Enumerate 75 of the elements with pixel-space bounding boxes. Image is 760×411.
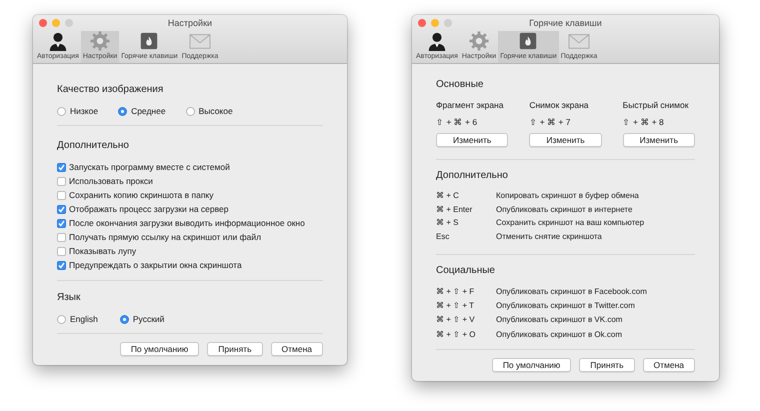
zoom-button[interactable] — [444, 19, 452, 27]
shortcut-keys: ⌘ + Enter — [436, 204, 496, 214]
dialog-button[interactable]: По умолчанию — [492, 358, 572, 372]
checkbox-label: После окончания загрузки выводить информационное окно — [69, 218, 305, 228]
radio-label: Высокое — [198, 106, 233, 116]
window-title: Настройки — [168, 18, 212, 28]
checkbox[interactable] — [57, 260, 66, 270]
zoom-button[interactable] — [65, 19, 73, 27]
shortcut-keys: Esc — [436, 232, 496, 241]
shortcut-keys: ⌘ + ⇧ + T — [436, 300, 496, 310]
shortcut-keys: ⇧ + ⌘ + 8 — [622, 117, 664, 127]
section-heading: Дополнительно — [436, 169, 509, 183]
checkbox-label: Получать прямую ссылку на скриншот или файл — [69, 232, 262, 242]
checkbox-label: Запускать программу вместе с системой — [69, 162, 230, 172]
shortcut-action: Опубликовать скриншот в Facebook.com — [496, 286, 648, 296]
shortcut-name: Фрагмент экрана — [436, 100, 504, 110]
radio-button[interactable] — [118, 106, 128, 116]
shortcut-name: Быстрый снимок — [622, 100, 688, 110]
dialog-button[interactable]: Принять — [207, 342, 262, 356]
dialog-button[interactable]: Отмена — [270, 342, 323, 356]
shortcut-name: Снимок экрана — [529, 100, 588, 110]
dialog-button[interactable]: По умолчанию — [120, 342, 200, 356]
radio-button[interactable] — [120, 314, 129, 324]
window-title: Горячие клавиши — [529, 18, 602, 28]
radio-button[interactable] — [57, 314, 66, 324]
checkbox[interactable] — [57, 246, 66, 256]
checkbox[interactable] — [57, 162, 66, 172]
shortcut-action: Копировать скриншот в буфер обмена — [496, 191, 640, 200]
section-heading: Социальные — [436, 264, 496, 278]
shortcut-keys: ⌘ + S — [436, 218, 496, 228]
change-button[interactable]: Изменить — [529, 133, 602, 147]
dialog-button[interactable]: Принять — [579, 358, 634, 372]
minimize-button[interactable] — [52, 19, 60, 27]
checkbox-label: Использовать прокси — [69, 176, 153, 186]
shortcut-action: Отменить снятие скриншота — [496, 232, 603, 241]
checkbox[interactable] — [57, 176, 66, 186]
close-button[interactable] — [418, 19, 426, 27]
section-heading: Качество изображения — [57, 83, 164, 97]
checkbox-label: Показывать лупу — [69, 246, 136, 256]
radio-button[interactable] — [57, 106, 66, 116]
change-button[interactable]: Изменить — [622, 133, 695, 147]
shortcut-keys: ⇧ + ⌘ + 7 — [529, 117, 570, 127]
checkbox-label: Отображать процесс загрузки на сервер — [69, 204, 228, 214]
radio-label: Русский — [132, 314, 164, 324]
radio-label: English — [70, 314, 98, 324]
section-heading: Язык — [57, 291, 82, 305]
shortcut-action: Опубликовать скриншот в VK.com — [496, 315, 624, 324]
section-heading: Основные — [436, 78, 484, 92]
shortcut-action: Сохранить скриншот на ваш компьютер — [496, 218, 646, 228]
gear-icon — [468, 31, 490, 51]
envelope-icon — [566, 31, 591, 51]
checkbox[interactable] — [57, 232, 66, 242]
shortcut-keys: ⌘ + ⇧ + F — [436, 286, 496, 296]
shortcut-keys: ⌘ + ⇧ + O — [436, 330, 496, 339]
change-button[interactable]: Изменить — [436, 133, 508, 147]
checkbox-label: Сохранить копию скриншота в папку — [69, 190, 214, 200]
checkbox[interactable] — [57, 218, 66, 228]
shortcut-keys: ⌘ + C — [436, 191, 496, 200]
shortcut-keys: ⌘ + ⇧ + V — [436, 315, 496, 324]
radio-label: Низкое — [70, 106, 98, 116]
checkbox-label: Предупреждать о закрытии окна скриншота — [69, 260, 242, 270]
shortcut-action: Опубликовать скриншот в Ok.com — [496, 330, 623, 339]
dialog-button[interactable]: Отмена — [642, 358, 695, 372]
gear-icon — [89, 31, 112, 51]
section-heading: Дополнительно — [57, 139, 130, 153]
shortcut-keys: ⇧ + ⌘ + 6 — [436, 117, 478, 127]
close-button[interactable] — [39, 19, 47, 27]
checkbox[interactable] — [57, 190, 66, 200]
radio-label: Среднее — [131, 106, 166, 116]
minimize-button[interactable] — [431, 19, 439, 27]
radio-button[interactable] — [186, 106, 195, 116]
shortcut-action: Опубликовать скриншот в интернете — [496, 204, 634, 214]
shortcut-action: Опубликовать скриншот в Twitter.com — [496, 300, 636, 310]
checkbox[interactable] — [57, 204, 66, 214]
envelope-icon — [188, 31, 212, 51]
